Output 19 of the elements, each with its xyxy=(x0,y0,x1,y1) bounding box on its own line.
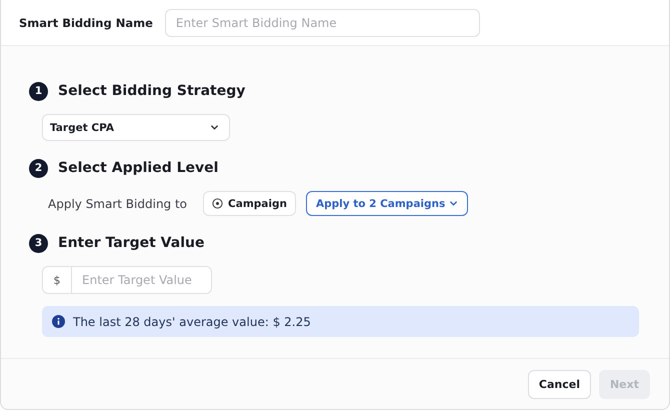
step-number: 3 xyxy=(29,234,48,252)
info-text: The last 28 days' average value: $ 2.25 xyxy=(73,314,311,328)
step-number: 1 xyxy=(29,82,48,100)
strategy-dropdown[interactable]: Target CPA xyxy=(42,114,230,141)
name-field[interactable]: Enter Smart Bidding Name xyxy=(164,8,480,36)
target-value-field[interactable]: $ Enter Target Value xyxy=(42,266,212,294)
radio-icon xyxy=(212,198,224,209)
chevron-down-icon xyxy=(449,199,458,208)
step-title: Enter Target Value xyxy=(58,235,204,251)
apply-label: Apply Smart Bidding to xyxy=(48,196,188,210)
info-icon xyxy=(52,315,65,328)
step-number: 2 xyxy=(29,158,48,178)
cancel-button[interactable]: Cancel xyxy=(528,370,591,398)
name-label: Smart Bidding Name xyxy=(19,16,153,30)
campaign-button[interactable]: Campaign xyxy=(203,191,296,216)
step-title: Select Bidding Strategy xyxy=(58,83,246,99)
campaigns-dropdown[interactable]: Apply to 2 Campaigns xyxy=(306,191,468,216)
step-title: Select Applied Level xyxy=(58,160,218,176)
chevron-down-icon xyxy=(210,123,219,132)
